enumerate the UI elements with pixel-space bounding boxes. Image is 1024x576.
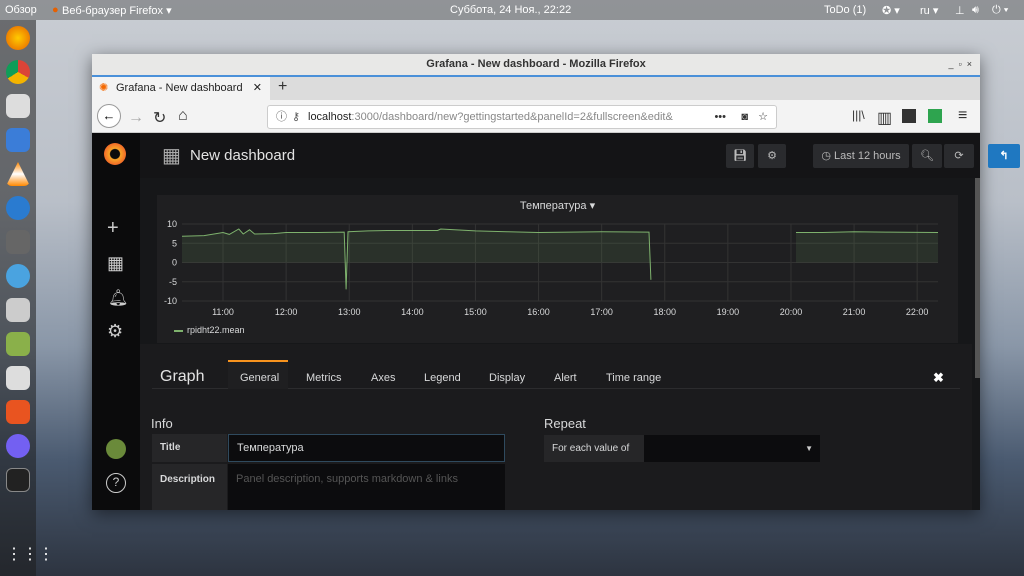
clock[interactable]: Суббота, 24 Ноя., 22:22 bbox=[450, 4, 571, 16]
panel-type-label: Graph bbox=[160, 368, 205, 385]
tab-general[interactable]: General bbox=[240, 372, 279, 384]
close-editor-icon[interactable]: ✖ bbox=[933, 370, 944, 386]
repeat-heading: Repeat bbox=[544, 416, 586, 431]
tab-display[interactable]: Display bbox=[489, 372, 525, 384]
info-heading: Info bbox=[151, 416, 173, 431]
tab-metrics[interactable]: Metrics bbox=[306, 372, 341, 384]
calculator-icon[interactable] bbox=[6, 298, 30, 322]
x-tick-label: 22:00 bbox=[906, 307, 929, 317]
firefox-icon[interactable] bbox=[6, 26, 30, 50]
x-tick-label: 11:00 bbox=[212, 307, 234, 317]
accessibility-icon[interactable]: ✪ ▾ bbox=[882, 4, 900, 17]
x-tick-label: 15:00 bbox=[464, 307, 487, 317]
tab-axes[interactable]: Axes bbox=[371, 372, 395, 384]
chevron-down-icon: ▼ bbox=[805, 444, 813, 453]
y-tick-label: 5 bbox=[172, 238, 177, 248]
network-icon[interactable]: ⊥ bbox=[955, 4, 965, 17]
chrome-icon[interactable] bbox=[6, 60, 30, 84]
description-placeholder: Panel description, supports markdown & l… bbox=[236, 473, 458, 485]
x-tick-label: 16:00 bbox=[527, 307, 550, 317]
y-tick-label: -10 bbox=[164, 296, 177, 306]
repeat-label: For each value of bbox=[544, 435, 644, 462]
vlc-icon[interactable] bbox=[6, 162, 30, 186]
series-area bbox=[796, 231, 938, 263]
x-tick-label: 13:00 bbox=[338, 307, 361, 317]
power-icon[interactable]: ⏻ ▾ bbox=[992, 4, 1008, 17]
thunderbird-icon[interactable] bbox=[6, 264, 30, 288]
legend-label: rpidht22.mean bbox=[187, 325, 245, 335]
y-tick-label: 10 bbox=[167, 219, 177, 229]
description-label: Description bbox=[152, 464, 227, 510]
tools-icon[interactable] bbox=[6, 230, 30, 254]
dock: ⋮⋮⋮ bbox=[0, 20, 54, 576]
legend-color-swatch bbox=[174, 329, 183, 332]
x-tick-label: 14:00 bbox=[401, 307, 424, 317]
legend-item[interactable]: rpidht22.mean bbox=[174, 325, 245, 335]
tab-legend[interactable]: Legend bbox=[424, 372, 461, 384]
files-icon[interactable] bbox=[6, 332, 30, 356]
title-label: Title bbox=[152, 434, 227, 462]
title-input-value: Температура bbox=[237, 442, 304, 454]
simplenote-icon[interactable] bbox=[6, 196, 30, 220]
rhythmbox-icon[interactable] bbox=[6, 94, 30, 118]
x-tick-label: 21:00 bbox=[843, 307, 866, 317]
app-menu[interactable]: Веб-браузер Firefox ▾ bbox=[62, 4, 172, 17]
back-to-dashboard-button[interactable]: ↰ bbox=[988, 144, 1020, 168]
y-tick-label: 0 bbox=[172, 258, 177, 268]
volume-icon[interactable]: 🔊︎ bbox=[972, 4, 979, 17]
x-tick-label: 17:00 bbox=[590, 307, 613, 317]
todo-indicator[interactable]: ToDo (1) bbox=[824, 4, 866, 16]
title-input[interactable]: Температура bbox=[228, 434, 505, 462]
x-tick-label: 20:00 bbox=[780, 307, 803, 317]
writer-icon[interactable] bbox=[6, 128, 30, 152]
x-tick-label: 18:00 bbox=[653, 307, 676, 317]
terminal-icon[interactable] bbox=[6, 468, 30, 492]
firefox-icon: ● bbox=[52, 4, 59, 16]
viber-icon[interactable] bbox=[6, 434, 30, 458]
language-selector[interactable]: ru ▾ bbox=[920, 4, 938, 17]
repeat-variable-select[interactable]: ▼ bbox=[644, 435, 820, 462]
software-center-icon[interactable] bbox=[6, 400, 30, 424]
firefox-window: Grafana - New dashboard - Mozilla Firefo… bbox=[92, 54, 1020, 510]
x-tick-label: 19:00 bbox=[717, 307, 740, 317]
y-tick-label: -5 bbox=[169, 277, 177, 287]
tab-alert[interactable]: Alert bbox=[554, 372, 577, 384]
tab-time-range[interactable]: Time range bbox=[606, 372, 661, 384]
x-tick-label: 12:00 bbox=[275, 307, 298, 317]
system-top-bar: Обзор ● Веб-браузер Firefox ▾ Суббота, 2… bbox=[0, 0, 1024, 20]
installer-icon[interactable] bbox=[6, 366, 30, 390]
description-textarea[interactable]: Panel description, supports markdown & l… bbox=[228, 464, 505, 510]
overview-button[interactable]: Обзор bbox=[5, 4, 37, 16]
series-area bbox=[182, 229, 651, 290]
apps-grid-icon[interactable]: ⋮⋮⋮ bbox=[6, 544, 54, 568]
panel-editor: Graph General Metrics Axes Legend Displa… bbox=[140, 344, 972, 510]
